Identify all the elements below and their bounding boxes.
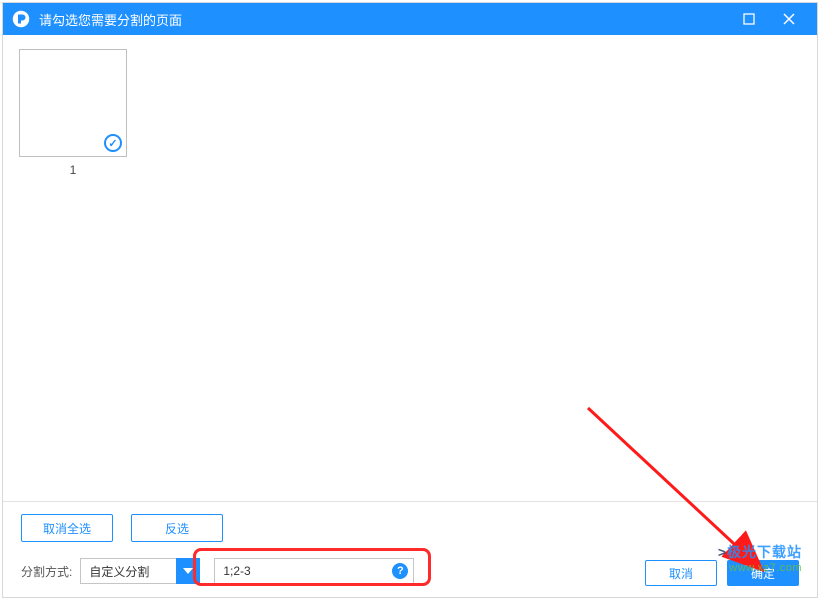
maximize-button[interactable] <box>729 3 769 35</box>
confirm-button[interactable]: 确定 <box>727 560 799 586</box>
page-range-group: ? <box>214 558 414 584</box>
window-title: 请勾选您需要分割的页面 <box>39 10 729 29</box>
action-buttons: 取消 确定 <box>645 560 799 586</box>
split-mode-label: 分割方式: <box>21 563 72 580</box>
close-button[interactable] <box>769 3 809 35</box>
checkmark-icon: ✓ <box>104 134 122 152</box>
page-grid: ✓ 1 <box>3 35 817 501</box>
deselect-all-button[interactable]: 取消全选 <box>21 514 113 542</box>
selection-row: 取消全选 反选 <box>21 514 799 542</box>
app-icon <box>11 9 31 29</box>
window-controls <box>729 3 809 35</box>
split-mode-select[interactable]: 自定义分割 <box>80 558 200 584</box>
split-mode-value: 自定义分割 <box>80 558 176 584</box>
page-preview[interactable]: ✓ <box>19 49 127 157</box>
page-thumb-1[interactable]: ✓ 1 <box>19 49 127 177</box>
invert-selection-button[interactable]: 反选 <box>131 514 223 542</box>
page-range-input[interactable] <box>214 558 414 584</box>
footer-panel: 取消全选 反选 分割方式: 自定义分割 ? 取消 确定 <box>3 501 817 598</box>
titlebar: 请勾选您需要分割的页面 <box>3 3 817 35</box>
page-number: 1 <box>19 163 127 177</box>
chevron-down-icon[interactable] <box>176 558 200 584</box>
cancel-button[interactable]: 取消 <box>645 560 717 586</box>
dialog-window: 请勾选您需要分割的页面 ✓ 1 取消全选 反选 分割方式: 自定义分割 <box>2 2 818 598</box>
